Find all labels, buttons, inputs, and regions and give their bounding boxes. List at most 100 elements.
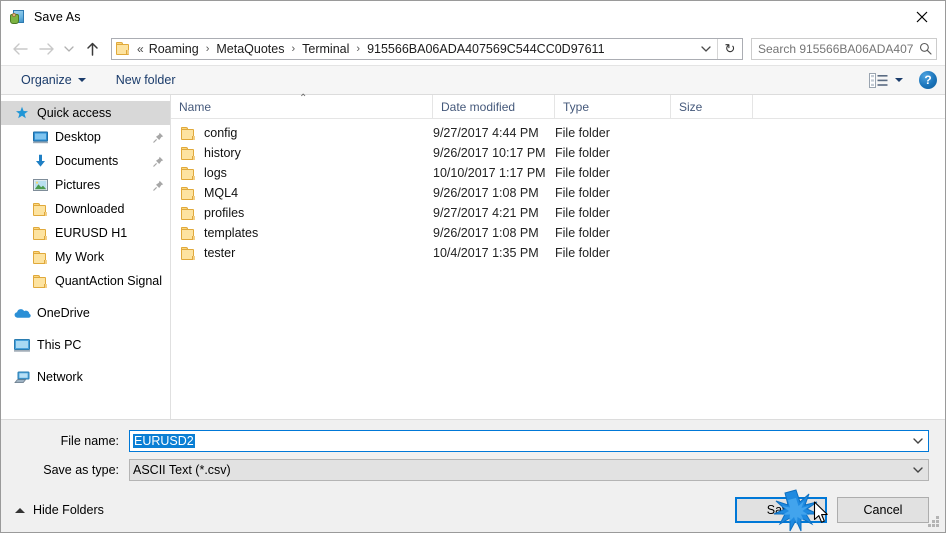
resize-grip-icon[interactable]: [927, 515, 940, 528]
navigation-pane: Quick access Desktop Documents Pictures …: [1, 95, 171, 419]
new-folder-button[interactable]: New folder: [110, 68, 182, 92]
sidebar-item-label: Network: [37, 370, 83, 384]
sidebar-item-label: Desktop: [55, 130, 101, 144]
pin-icon[interactable]: [153, 180, 164, 191]
file-name-cell: logs: [171, 166, 433, 180]
breadcrumb: « Roaming › MetaQuotes › Terminal › 9155…: [136, 42, 695, 56]
sidebar-item-pictures[interactable]: Pictures: [1, 173, 170, 197]
sidebar-item-network[interactable]: Network: [1, 365, 170, 389]
arrow-up-icon: [86, 42, 98, 56]
breadcrumb-item-roaming[interactable]: Roaming: [146, 42, 202, 56]
refresh-button[interactable]: ↻: [717, 38, 742, 59]
file-name-label: tester: [204, 246, 236, 260]
view-layout-icon: [869, 72, 888, 88]
view-options[interactable]: [869, 72, 903, 88]
sidebar-item-desktop[interactable]: Desktop: [1, 125, 170, 149]
close-button[interactable]: [899, 1, 945, 32]
arrow-right-icon: [38, 42, 54, 55]
file-name-label: logs: [204, 166, 227, 180]
pin-icon[interactable]: [153, 132, 164, 143]
file-name-input[interactable]: EURUSD2: [129, 430, 929, 452]
column-header-date-modified[interactable]: Date modified: [433, 95, 555, 118]
sidebar-divider: [1, 325, 170, 333]
breadcrumb-separator: ›: [356, 42, 361, 55]
sidebar-item-onedrive[interactable]: OneDrive: [1, 301, 170, 325]
folder-icon: [181, 126, 196, 140]
file-date-cell: 9/27/2017 4:44 PM: [433, 126, 539, 140]
sidebar-item-quick-access[interactable]: Quick access: [1, 101, 170, 125]
table-row[interactable]: MQL4 9/26/2017 1:08 PM File folder: [171, 183, 945, 203]
cancel-button-label: Cancel: [863, 503, 903, 517]
sidebar-item-label: QuantAction Signal: [55, 274, 163, 288]
command-toolbar: Organize New folder ?: [1, 65, 945, 95]
sidebar-item-downloaded[interactable]: Downloaded: [1, 197, 170, 221]
breadcrumb-overflow[interactable]: «: [136, 42, 146, 56]
chevron-up-icon: [15, 507, 25, 513]
folder-icon: [181, 246, 196, 260]
breadcrumb-item-terminal[interactable]: Terminal: [299, 42, 352, 56]
sidebar-item-eurusd-h1[interactable]: EURUSD H1: [1, 221, 170, 245]
folder-icon: [31, 248, 49, 266]
chevron-down-icon: [77, 78, 86, 82]
forward-button[interactable]: [33, 36, 59, 62]
new-folder-label: New folder: [115, 73, 176, 87]
breadcrumb-separator: ›: [205, 42, 210, 55]
file-date-cell: 9/26/2017 10:17 PM: [433, 146, 546, 160]
table-row[interactable]: templates 9/26/2017 1:08 PM File folder: [171, 223, 945, 243]
breadcrumb-item-instance[interactable]: 915566BA06ADA407569C544CC0D97611: [364, 42, 607, 56]
help-button[interactable]: ?: [919, 71, 937, 89]
breadcrumb-separator: ›: [291, 42, 296, 55]
search-box[interactable]: Search 915566BA06ADA40756...: [751, 37, 937, 60]
file-date-cell: 10/10/2017 1:17 PM: [433, 166, 546, 180]
pin-icon[interactable]: [153, 156, 164, 167]
back-button[interactable]: [7, 36, 33, 62]
refresh-icon: ↻: [724, 40, 736, 56]
file-name-dropdown-button[interactable]: [908, 437, 928, 445]
table-row[interactable]: logs 10/10/2017 1:17 PM File folder: [171, 163, 945, 183]
hide-folders-label: Hide Folders: [33, 503, 104, 517]
sidebar-item-this-pc[interactable]: This PC: [1, 333, 170, 357]
organize-button[interactable]: Organize: [15, 68, 92, 92]
sidebar-item-documents[interactable]: Documents: [1, 149, 170, 173]
search-input[interactable]: Search 915566BA06ADA40756...: [752, 42, 914, 56]
recent-locations-button[interactable]: [59, 36, 79, 62]
folder-icon: [31, 272, 49, 290]
sidebar-item-label: EURUSD H1: [55, 226, 128, 240]
this-pc-icon: [13, 336, 31, 354]
folder-icon: [181, 206, 196, 220]
save-as-type-dropdown-button[interactable]: [908, 466, 928, 474]
address-dropdown-button[interactable]: [695, 39, 717, 59]
table-row[interactable]: config 9/27/2017 4:44 PM File folder: [171, 123, 945, 143]
dialog-footer: Hide Folders Save Cancel: [1, 488, 945, 532]
file-type-cell: File folder: [555, 166, 610, 180]
pictures-icon: [31, 176, 49, 194]
sidebar-divider: [1, 293, 170, 301]
address-bar[interactable]: « Roaming › MetaQuotes › Terminal › 9155…: [111, 37, 743, 60]
table-row[interactable]: tester 10/4/2017 1:35 PM File folder: [171, 243, 945, 263]
sidebar-item-quantaction-signal[interactable]: QuantAction Signal: [1, 269, 170, 293]
sidebar-item-label: Downloaded: [55, 202, 125, 216]
sidebar-item-label: This PC: [37, 338, 82, 352]
cancel-button[interactable]: Cancel: [837, 497, 929, 523]
column-header-name[interactable]: Name ⌃: [171, 94, 433, 118]
column-header-type[interactable]: Type: [555, 95, 671, 118]
save-button[interactable]: Save: [735, 497, 827, 523]
column-header-size[interactable]: Size: [671, 95, 753, 118]
chevron-down-icon: [895, 78, 903, 82]
file-type-cell: File folder: [555, 246, 610, 260]
hide-folders-button[interactable]: Hide Folders: [15, 503, 104, 517]
column-header-label: Size: [679, 99, 703, 114]
window-title: Save As: [34, 9, 81, 24]
file-name-cell: profiles: [171, 206, 433, 220]
table-row[interactable]: history 9/26/2017 10:17 PM File folder: [171, 143, 945, 163]
sidebar-item-my-work[interactable]: My Work: [1, 245, 170, 269]
breadcrumb-item-metaquotes[interactable]: MetaQuotes: [213, 42, 287, 56]
up-button[interactable]: [79, 36, 105, 62]
search-icon: [914, 42, 936, 55]
chevron-down-icon: [913, 438, 923, 444]
table-row[interactable]: profiles 9/27/2017 4:21 PM File folder: [171, 203, 945, 223]
save-as-type-select[interactable]: ASCII Text (*.csv): [129, 459, 929, 481]
file-name-cell: MQL4: [171, 186, 433, 200]
file-name-cell: history: [171, 146, 433, 160]
file-name-label: config: [204, 126, 238, 140]
